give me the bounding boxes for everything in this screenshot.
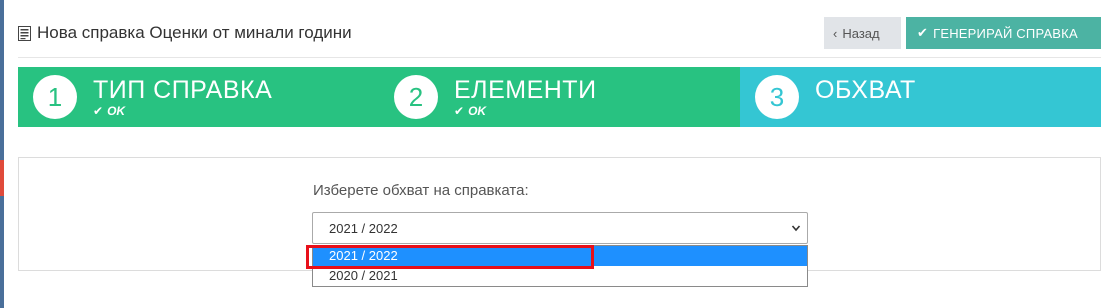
report-document-icon xyxy=(18,25,31,41)
chevron-down-icon xyxy=(791,225,801,232)
step-title: ОБХВАТ xyxy=(815,76,916,104)
step-report-type[interactable]: 1 ТИП СПРАВКА ✔ OK xyxy=(18,67,379,127)
scope-select[interactable]: 2021 / 2022 xyxy=(312,212,808,244)
scope-option[interactable]: 2020 / 2021 xyxy=(313,266,807,286)
step-title: ЕЛЕМЕНТИ xyxy=(454,76,597,104)
page-title: Нова справка Оценки от минали години xyxy=(37,23,352,42)
left-rail-accent xyxy=(0,160,4,196)
step-number: 3 xyxy=(755,75,799,119)
scope-label: Изберете обхват на справката: xyxy=(313,182,529,199)
step-scope[interactable]: 3 ОБХВАТ xyxy=(740,67,1101,127)
scope-dropdown-list: 2021 / 2022 2020 / 2021 xyxy=(312,245,808,287)
check-icon: ✔ xyxy=(93,104,104,118)
scope-option[interactable]: 2021 / 2022 xyxy=(313,246,807,266)
header-divider xyxy=(18,57,1101,58)
step-status-label: OK xyxy=(107,104,126,118)
step-title: ТИП СПРАВКА xyxy=(93,76,273,104)
wizard-steps: 1 ТИП СПРАВКА ✔ OK 2 ЕЛЕМЕНТИ ✔ OK 3 ОБХ… xyxy=(18,67,1101,127)
scope-select-value: 2021 / 2022 xyxy=(329,220,398,236)
generate-report-label: ГЕНЕРИРАЙ СПРАВКА xyxy=(933,25,1078,41)
step-status-label: OK xyxy=(468,104,487,118)
left-rail xyxy=(0,0,4,308)
step-number: 1 xyxy=(33,75,77,119)
step-elements[interactable]: 2 ЕЛЕМЕНТИ ✔ OK xyxy=(379,67,740,127)
step-number: 2 xyxy=(394,75,438,119)
chevron-left-icon: ‹ xyxy=(833,25,838,41)
step-status: ✔ OK xyxy=(93,104,125,118)
check-icon: ✔ xyxy=(917,25,929,40)
back-button[interactable]: ‹ Назад xyxy=(824,17,901,49)
check-icon: ✔ xyxy=(454,104,465,118)
step-status: ✔ OK xyxy=(454,104,486,118)
generate-report-button[interactable]: ✔ ГЕНЕРИРАЙ СПРАВКА xyxy=(906,17,1101,49)
back-button-label: Назад xyxy=(842,25,880,41)
page-header: Нова справка Оценки от минали години xyxy=(18,18,352,48)
